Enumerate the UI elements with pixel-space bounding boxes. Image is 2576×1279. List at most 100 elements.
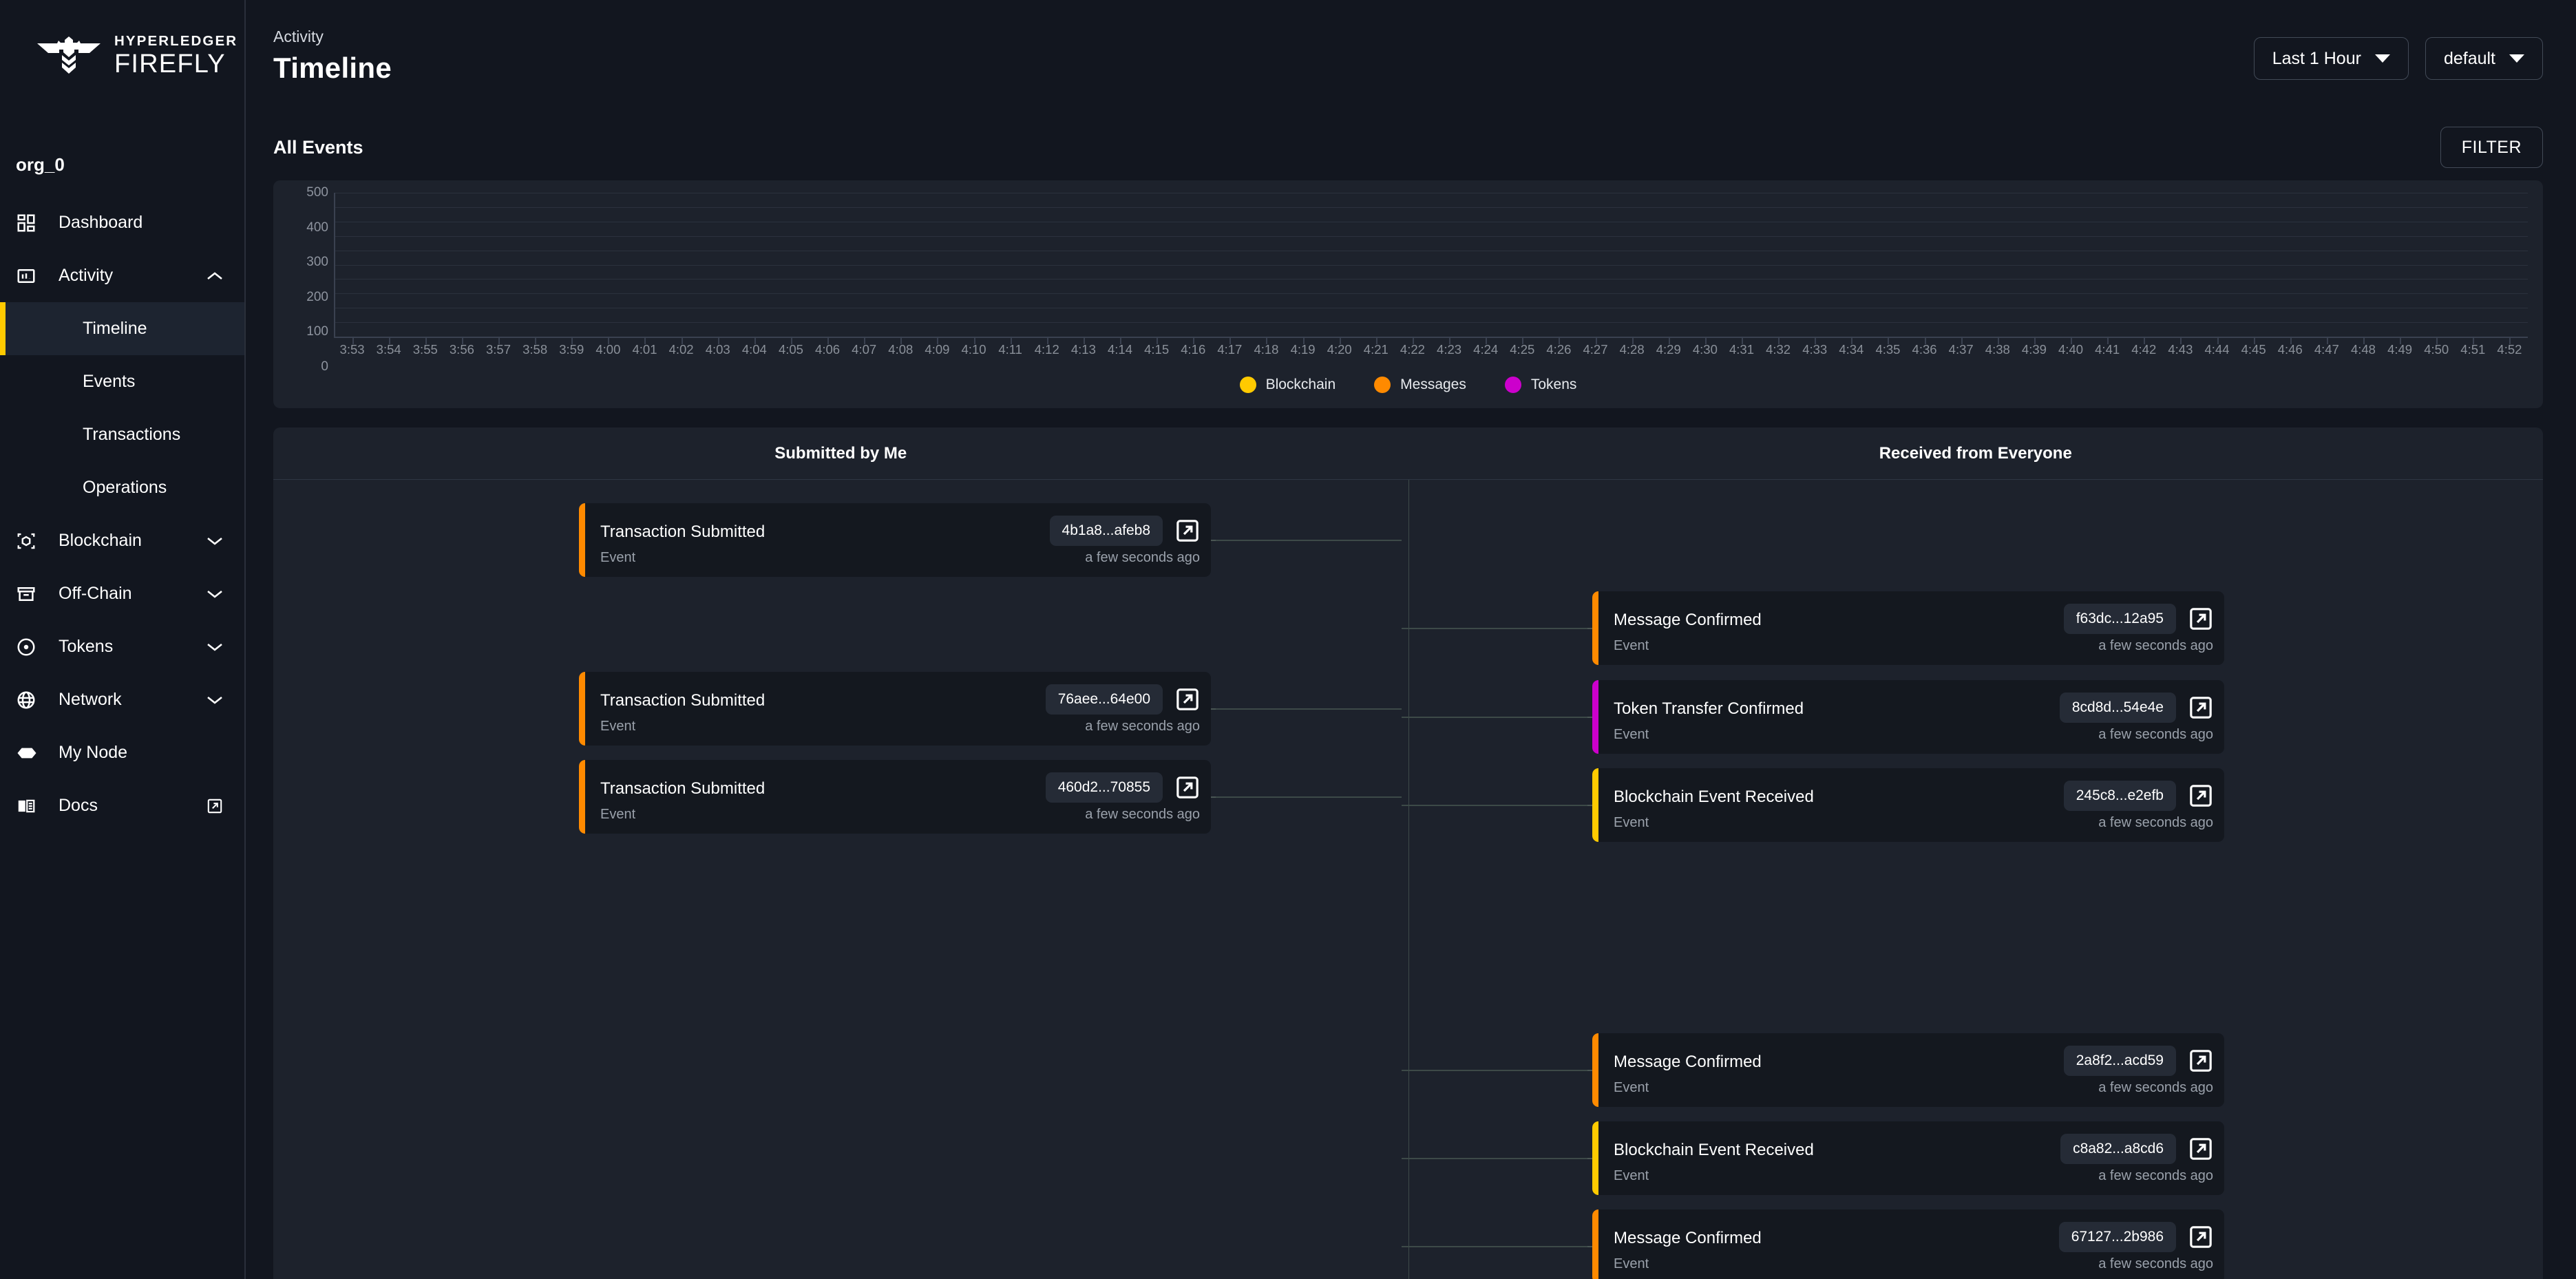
bar-slot[interactable]: [1249, 193, 1285, 337]
bar-slot[interactable]: [2491, 193, 2528, 337]
bar-slot[interactable]: [2126, 193, 2162, 337]
bar-slot[interactable]: [1431, 193, 1468, 337]
bar-slot[interactable]: [372, 193, 408, 337]
event-hash-chip[interactable]: 76aee...64e00: [1045, 684, 1163, 715]
bar-slot[interactable]: [1980, 193, 2016, 337]
open-event-button[interactable]: [1171, 771, 1204, 804]
sidebar-item-activity[interactable]: Activity: [0, 249, 244, 302]
bar-slot[interactable]: [481, 193, 518, 337]
sidebar-item-dashboard[interactable]: Dashboard: [0, 196, 244, 249]
bar-slot[interactable]: [2455, 193, 2491, 337]
sidebar-item-timeline[interactable]: Timeline: [0, 302, 244, 355]
bar-slot[interactable]: [2053, 193, 2089, 337]
timeline-event-card[interactable]: Token Transfer Confirmed Event 8cd8d...54e…: [1592, 680, 2224, 754]
bar-slot[interactable]: [1029, 193, 1066, 337]
chevron-up-icon[interactable]: [200, 271, 229, 282]
bar-slot[interactable]: [2162, 193, 2199, 337]
bar-slot[interactable]: [1724, 193, 1760, 337]
bar-slot[interactable]: [2199, 193, 2235, 337]
legend-item[interactable]: Tokens: [1504, 377, 1576, 393]
legend-item[interactable]: Blockchain: [1239, 377, 1335, 393]
bar-slot[interactable]: [1614, 193, 1651, 337]
bar-slot[interactable]: [664, 193, 701, 337]
sidebar-item-my-node[interactable]: My Node: [0, 726, 244, 779]
bar-slot[interactable]: [1322, 193, 1358, 337]
chevron-down-icon[interactable]: [200, 589, 229, 600]
bar-slot[interactable]: [445, 193, 481, 337]
timeline-event-card[interactable]: Message Confirmed Event 2a8f2...acd59 a few…: [1592, 1033, 2224, 1107]
open-event-button[interactable]: [2184, 1044, 2217, 1077]
sidebar-item-network[interactable]: Network: [0, 673, 244, 726]
event-hash-chip[interactable]: c8a82...a8cd6: [2060, 1134, 2176, 1164]
external-link-icon[interactable]: [200, 797, 229, 815]
bar-slot[interactable]: [2345, 193, 2381, 337]
bar-slot[interactable]: [920, 193, 956, 337]
sidebar-item-docs[interactable]: Docs: [0, 779, 244, 832]
bar-slot[interactable]: [554, 193, 591, 337]
time-range-select[interactable]: Last 1 Hour: [2253, 37, 2409, 80]
bar-slot[interactable]: [1505, 193, 1541, 337]
bar-slot[interactable]: [956, 193, 993, 337]
sidebar-item-off-chain[interactable]: Off-Chain: [0, 567, 244, 620]
bar-slot[interactable]: [1906, 193, 1943, 337]
bar-slot[interactable]: [2381, 193, 2418, 337]
chevron-down-icon[interactable]: [200, 695, 229, 706]
chevron-down-icon[interactable]: [200, 536, 229, 547]
bar-slot[interactable]: [847, 193, 883, 337]
sidebar-item-events[interactable]: Events: [0, 355, 244, 408]
event-hash-chip[interactable]: 2a8f2...acd59: [2063, 1046, 2176, 1076]
open-event-button[interactable]: [1171, 514, 1204, 547]
event-hash-chip[interactable]: 4b1a8...afeb8: [1049, 516, 1163, 546]
timeline-event-card[interactable]: Transaction Submitted Event 4b1a8...afeb8 a…: [579, 503, 1211, 577]
bar-slot[interactable]: [518, 193, 554, 337]
bar-slot[interactable]: [1176, 193, 1212, 337]
bar-slot[interactable]: [1870, 193, 1906, 337]
timeline-event-card[interactable]: Blockchain Event Received Event 245c8...e2…: [1592, 768, 2224, 842]
event-hash-chip[interactable]: f63dc...12a95: [2063, 604, 2176, 634]
event-hash-chip[interactable]: 460d2...70855: [1045, 772, 1163, 803]
timeline-event-card[interactable]: Message Confirmed Event f63dc...12a95 a few…: [1592, 591, 2224, 665]
sidebar-item-tokens[interactable]: Tokens: [0, 620, 244, 673]
timeline-event-card[interactable]: Transaction Submitted Event 76aee...64e00 a…: [579, 672, 1211, 746]
event-hash-chip[interactable]: 245c8...e2efb: [2063, 781, 2176, 811]
event-hash-chip[interactable]: 8cd8d...54e4e: [2059, 693, 2176, 723]
bar-slot[interactable]: [1103, 193, 1139, 337]
bar-slot[interactable]: [1651, 193, 1687, 337]
bar-slot[interactable]: [774, 193, 810, 337]
open-event-button[interactable]: [2184, 602, 2217, 635]
bar-slot[interactable]: [1833, 193, 1870, 337]
filter-button[interactable]: FILTER: [2440, 127, 2543, 168]
timeline-event-card[interactable]: Transaction Submitted Event 460d2...70855 a…: [579, 760, 1211, 834]
bar-slot[interactable]: [1358, 193, 1395, 337]
bar-slot[interactable]: [628, 193, 664, 337]
bar-slot[interactable]: [1285, 193, 1322, 337]
bar-slot[interactable]: [1139, 193, 1176, 337]
timeline-event-card[interactable]: Blockchain Event Received Event c8a82...a8…: [1592, 1121, 2224, 1195]
bar-slot[interactable]: [2272, 193, 2308, 337]
bar-slot[interactable]: [810, 193, 847, 337]
bar-slot[interactable]: [2016, 193, 2053, 337]
open-event-button[interactable]: [2184, 779, 2217, 812]
bar-slot[interactable]: [2418, 193, 2454, 337]
open-event-button[interactable]: [2184, 1132, 2217, 1165]
brand-logo[interactable]: HYPERLEDGER FIREFLY: [0, 0, 244, 77]
bar-slot[interactable]: [737, 193, 774, 337]
bar-slot[interactable]: [1541, 193, 1578, 337]
open-event-button[interactable]: [2184, 691, 2217, 724]
bar-slot[interactable]: [335, 193, 372, 337]
bar-slot[interactable]: [701, 193, 737, 337]
bar-slot[interactable]: [1797, 193, 1833, 337]
timeline-event-card[interactable]: Message Confirmed Event 67127...2b986 a few…: [1592, 1209, 2224, 1279]
chevron-down-icon[interactable]: [200, 642, 229, 653]
bar-slot[interactable]: [2308, 193, 2345, 337]
bar-slot[interactable]: [1066, 193, 1103, 337]
bar-slot[interactable]: [1687, 193, 1724, 337]
sidebar-item-transactions[interactable]: Transactions: [0, 408, 244, 461]
legend-item[interactable]: Messages: [1374, 377, 1466, 393]
bar-slot[interactable]: [591, 193, 628, 337]
bar-slot[interactable]: [408, 193, 445, 337]
namespace-select[interactable]: default: [2425, 37, 2543, 80]
bar-slot[interactable]: [1578, 193, 1614, 337]
open-event-button[interactable]: [1171, 683, 1204, 716]
bar-slot[interactable]: [993, 193, 1029, 337]
